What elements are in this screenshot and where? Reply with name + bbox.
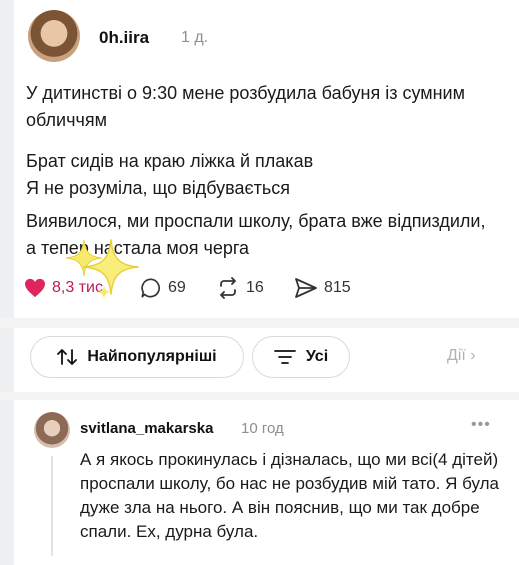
filter-label: Усі <box>305 348 329 365</box>
post-timestamp: 1 д. <box>181 29 209 46</box>
comments-divider <box>0 392 519 400</box>
repost-button[interactable]: 16 <box>216 274 264 302</box>
sort-icon <box>57 349 78 365</box>
sparkle-icon <box>96 284 112 300</box>
sort-label: Найпопулярніші <box>87 348 217 365</box>
filter-icon <box>273 350 296 364</box>
post-paragraph-2: Брат сидів на краю ліжка й плакав Я не р… <box>26 151 314 198</box>
share-count: 815 <box>324 279 351 296</box>
comment-timestamp: 10 год <box>241 420 284 437</box>
comment-count: 69 <box>168 279 186 296</box>
actions-label: Дії <box>447 347 466 364</box>
left-edge-strip <box>0 0 14 565</box>
sort-button[interactable]: Найпопулярніші <box>30 336 244 378</box>
post-author-avatar[interactable] <box>28 10 80 62</box>
comment-text: А я якось прокинулась і дізналась, що ми… <box>80 450 499 541</box>
more-icon[interactable]: ••• <box>471 416 491 434</box>
repost-icon <box>220 277 236 299</box>
comment-author-avatar[interactable] <box>34 412 70 448</box>
heart-icon <box>25 278 45 298</box>
repost-count: 16 <box>246 279 264 296</box>
share-button[interactable]: 815 <box>294 274 351 302</box>
filter-button[interactable]: Усі <box>252 336 350 378</box>
actions-menu-link[interactable]: Дії › <box>447 347 476 365</box>
post-username[interactable]: 0h.iira <box>99 28 149 48</box>
comment-username[interactable]: svitlana_makarska <box>80 420 213 437</box>
thread-line <box>51 456 53 556</box>
post-paragraph-1: У дитинстві о 9:30 мене розбудила бабуня… <box>26 83 465 130</box>
section-divider <box>0 318 519 328</box>
comment-button[interactable]: 69 <box>140 274 186 302</box>
chevron-right-icon: › <box>470 347 476 364</box>
share-icon <box>295 278 317 298</box>
comment-icon <box>141 278 160 298</box>
